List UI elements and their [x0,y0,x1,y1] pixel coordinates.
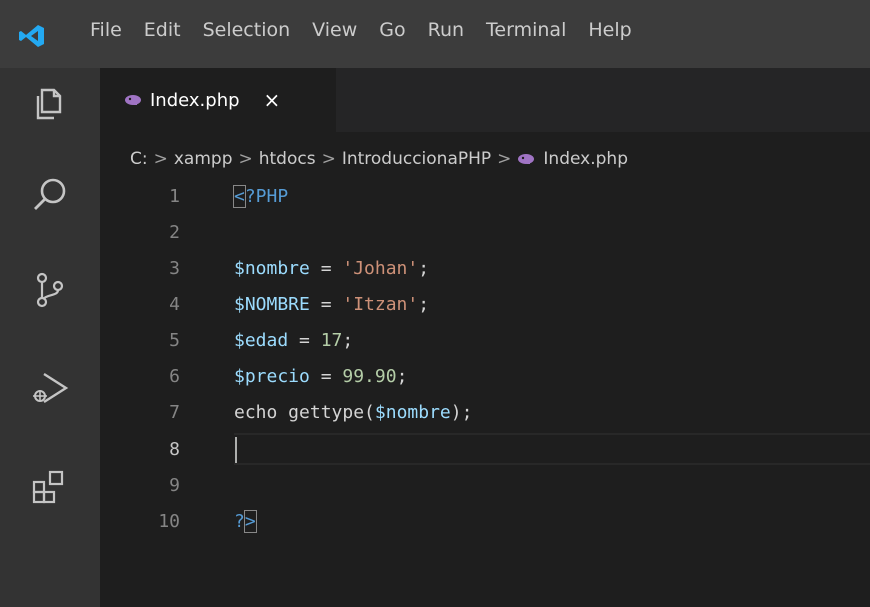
line-number: 9 [169,475,180,496]
semicolon: ; [342,330,354,351]
line-number: 1 [169,186,180,207]
variable: $edad [234,330,289,351]
code-line: 2 [100,216,870,250]
code-line: 4 $NOMBRE = 'Itzan'; [100,288,870,322]
echo-call: echo gettype( [234,402,375,423]
number-literal: 99.90 [342,366,397,387]
php-file-icon [518,154,535,164]
php-file-icon [125,95,141,105]
line-number: 2 [169,222,180,243]
line-number: 6 [169,366,180,387]
menu-go[interactable]: Go [379,19,405,41]
breadcrumb: C: > xampp > htdocs > IntroduccionaPHP >… [130,149,628,169]
operator: = [309,366,343,387]
code-line: 3 $nombre = 'Johan'; [100,252,870,286]
code-line: 9 [100,469,870,503]
call-end: ); [450,402,473,423]
menu-help[interactable]: Help [588,19,631,41]
search-icon[interactable] [28,173,72,217]
semicolon: ; [396,366,408,387]
menu-view[interactable]: View [312,19,357,41]
line-number: 10 [158,511,180,532]
line-number: 4 [169,294,180,315]
breadcrumb-separator: > [497,149,512,169]
operator: = [309,258,343,279]
breadcrumb-item-drive[interactable]: C: [130,149,148,169]
code-line: 10 ?> [100,505,870,539]
breadcrumb-item-folder[interactable]: IntroduccionaPHP [342,149,491,169]
menu-bar: File Edit Selection View Go Run Terminal… [90,19,654,41]
line-number: 7 [169,402,180,423]
tab-close-icon[interactable]: × [264,88,281,112]
breadcrumb-item-xampp[interactable]: xampp [174,149,233,169]
operator: = [288,330,321,351]
string-literal: 'Itzan' [342,294,419,315]
menu-file[interactable]: File [90,19,122,41]
line-number: 5 [169,330,180,351]
string-literal: 'Johan' [342,258,419,279]
operator: = [309,294,343,315]
variable: $precio [234,366,310,387]
code-line: 6 $precio = 99.90; [100,360,870,394]
php-close-question: ? [234,511,245,532]
code-editor[interactable]: 1 <?PHP 2 3 $nombre = 'Johan'; 4 $NOMBRE… [100,178,870,607]
php-open-bracket: < [233,185,246,208]
vscode-logo-icon [19,25,44,47]
semicolon: ; [418,294,430,315]
variable: $nombre [234,258,310,279]
tab-index-php[interactable]: Index.php × [100,68,336,132]
line-number: 3 [169,258,180,279]
semicolon: ; [418,258,430,279]
code-line: 5 $edad = 17; [100,324,870,358]
activity-bar [0,68,100,607]
breadcrumb-item-htdocs[interactable]: htdocs [259,149,316,169]
breadcrumb-separator: > [321,149,336,169]
code-line: 1 <?PHP [100,180,870,214]
php-close-bracket: > [243,510,257,533]
editor-tab-strip: Index.php × [100,68,870,132]
breadcrumb-separator: > [153,149,168,169]
current-line-highlight [234,433,870,465]
title-bar: File Edit Selection View Go Run Terminal… [0,0,870,68]
run-debug-icon[interactable] [28,366,72,410]
php-open-tag: ?PHP [244,186,289,207]
breadcrumb-separator: > [238,149,253,169]
menu-run[interactable]: Run [428,19,464,41]
variable: $NOMBRE [234,294,310,315]
line-number: 8 [169,439,180,460]
menu-edit[interactable]: Edit [144,19,181,41]
variable: $nombre [374,402,451,423]
text-cursor [235,437,237,463]
breadcrumb-item-file[interactable]: Index.php [543,149,628,169]
extensions-icon[interactable] [28,466,72,510]
number-literal: 17 [320,330,343,351]
code-line: 7 echo gettype($nombre); [100,396,870,430]
menu-terminal[interactable]: Terminal [486,19,566,41]
explorer-icon[interactable] [28,80,72,124]
tab-label: Index.php [150,89,240,111]
source-control-icon[interactable] [28,268,72,312]
current-code-line: 8 [100,433,870,467]
menu-selection[interactable]: Selection [203,19,291,41]
